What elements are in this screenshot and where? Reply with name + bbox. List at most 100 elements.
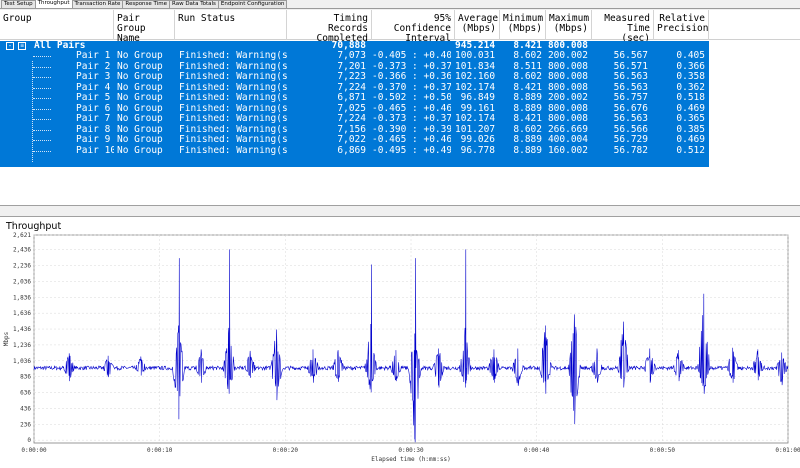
header-timing-records[interactable]: Timing Records Completed (287, 10, 372, 44)
pair-row[interactable]: Pair 2 No Group Finished: Warning(s) 7,201-… (0, 62, 709, 72)
collapse-icon[interactable]: - (6, 42, 14, 50)
x-tick-label: 0:00:00 (21, 447, 47, 454)
cell-average: 101.834 (455, 61, 495, 72)
cell-run-status: Finished: Warning(s) (179, 93, 287, 104)
tree-branch (33, 87, 51, 89)
cell-maximum: 266.669 (547, 124, 588, 135)
cell-timing-records: 7,224 (337, 82, 366, 93)
pair-row[interactable]: Pair 7 No Group Finished: Warning(s) 7,224-… (0, 114, 709, 124)
cell-maximum: 160.002 (547, 145, 588, 156)
cell-maximum: 800.008 (547, 103, 588, 114)
cell-run-status: Finished: Warning(s) (179, 51, 287, 62)
throughput-chart: Throughput 0 236 436 636 836 1,036 1,236 1,436 1… (0, 216, 800, 468)
pair-row[interactable]: Pair 5 No Group Finished: Warning(s) 6,871-… (0, 93, 709, 103)
cell-confidence-interval: -0.390 : +0.390 (372, 124, 451, 135)
results-grid[interactable]: Group Pair Group Name Run Status Timing … (0, 10, 800, 206)
header-maximum[interactable]: Maximum (Mbps) (546, 10, 592, 40)
header-relative-precision[interactable]: Relative Precision (654, 10, 709, 40)
cell-pair-name: Pair 5 (76, 93, 111, 104)
header-measured-time[interactable]: Measured Time (sec) (592, 10, 654, 44)
x-tick-label: 0:00:20 (273, 447, 299, 454)
all-pairs-row[interactable]: - ≡ All Pairs 70,888 945.214 8.421 800.0… (0, 41, 709, 51)
tab-transaction-rate[interactable]: Transaction Rate (71, 0, 124, 8)
cell-relative-precision: 0.469 (676, 103, 705, 114)
x-axis-label: Elapsed time (h:mm:ss) (371, 456, 450, 463)
cell-pair-group: No Group (117, 82, 163, 93)
cell-average: 99.161 (460, 103, 495, 114)
pair-row[interactable]: Pair 1 No Group Finished: Warning(s) 7,073-… (0, 51, 709, 61)
cell-relative-precision: 0.362 (676, 82, 705, 93)
tab-throughput[interactable]: Throughput (34, 0, 73, 8)
cell-minimum: 8.889 (513, 145, 542, 156)
cell-pair-group: No Group (117, 124, 163, 135)
cell-minimum: 8.421 (513, 114, 542, 125)
header-average[interactable]: Average (Mbps) (455, 10, 500, 40)
cell-pair-name: Pair 9 (76, 135, 111, 146)
cell-average: 102.174 (455, 82, 495, 93)
cell-pair-group: No Group (117, 103, 163, 114)
cell-timing-records: 7,073 (337, 51, 366, 62)
throughput-plot: 0 236 436 636 836 1,036 1,236 1,436 1,636 1,836 2,… (3, 232, 800, 463)
cell-average: 96.778 (460, 145, 495, 156)
y-tick-label: 2,621 (13, 232, 31, 239)
cell-timing-records: 7,201 (337, 61, 366, 72)
grid-blank-area (709, 41, 800, 167)
y-tick-label: 2,436 (13, 247, 31, 254)
tree-branch (33, 98, 51, 100)
all-pairs-maximum: 800.008 (547, 41, 588, 51)
header-pair-group-name[interactable]: Pair Group Name (114, 10, 175, 44)
cell-average: 101.207 (455, 124, 495, 135)
cell-measured-time: 56.676 (613, 103, 648, 114)
tree-branch (33, 56, 51, 58)
cell-measured-time: 56.566 (613, 124, 648, 135)
pair-row[interactable]: Pair 9 No Group Finished: Warning(s) 7,022-… (0, 135, 709, 145)
cell-relative-precision: 0.405 (676, 51, 705, 62)
cell-run-status: Finished: Warning(s) (179, 82, 287, 93)
tab-endpoint-configuration[interactable]: Endpoint Configuration (217, 0, 288, 8)
cell-average: 96.849 (460, 93, 495, 104)
all-pairs-minimum: 8.421 (513, 41, 542, 51)
cell-run-status: Finished: Warning(s) (179, 103, 287, 114)
cell-measured-time: 56.563 (613, 114, 648, 125)
y-axis-label: Mbps (3, 331, 10, 346)
cell-pair-group: No Group (117, 61, 163, 72)
tree-branch (33, 66, 51, 68)
pair-row[interactable]: Pair 8 No Group Finished: Warning(s) 7,156-… (0, 125, 709, 135)
cell-confidence-interval: -0.465 : +0.465 (372, 103, 451, 114)
y-tick-label: 1,436 (13, 326, 31, 333)
tab-test-setup[interactable]: Test Setup (1, 0, 36, 8)
pair-row[interactable]: Pair 10 No Group Finished: Warning(s) 6,869… (0, 146, 709, 156)
x-tick-label: 0:00:30 (398, 447, 424, 454)
all-pairs-label: All Pairs (34, 41, 86, 51)
tree-branch (33, 140, 51, 142)
cell-pair-name: Pair 6 (76, 103, 111, 114)
cell-relative-precision: 0.512 (676, 145, 705, 156)
cell-timing-records: 7,025 (337, 103, 366, 114)
y-tick-label: 2,036 (13, 278, 31, 285)
tree-branch (33, 77, 51, 79)
header-minimum[interactable]: Minimum (Mbps) (500, 10, 546, 40)
cell-minimum: 8.421 (513, 82, 542, 93)
cell-relative-precision: 0.358 (676, 72, 705, 83)
cell-minimum: 8.602 (513, 124, 542, 135)
tab-raw-data-totals[interactable]: Raw Data Totals (169, 0, 219, 8)
header-confidence-interval[interactable]: 95% Confidence Interval (372, 10, 455, 44)
cell-minimum: 8.602 (513, 51, 542, 62)
cell-pair-group: No Group (117, 72, 163, 83)
tree-connector (32, 61, 33, 162)
header-run-status[interactable]: Run Status (175, 10, 287, 40)
cell-average: 102.174 (455, 114, 495, 125)
grid-header: Group Pair Group Name Run Status Timing … (0, 10, 800, 44)
cell-pair-name: Pair 7 (76, 114, 111, 125)
cell-measured-time: 56.782 (613, 145, 648, 156)
pair-row[interactable]: Pair 4 No Group Finished: Warning(s) 7,224-… (0, 83, 709, 93)
y-tick-label: 1,036 (13, 358, 31, 365)
header-group[interactable]: Group (0, 10, 114, 40)
pair-row[interactable]: Pair 3 No Group Finished: Warning(s) 7,223-… (0, 72, 709, 82)
cell-minimum: 8.889 (513, 93, 542, 104)
y-tick-label: 1,636 (13, 310, 31, 317)
cell-maximum: 800.008 (547, 82, 588, 93)
cell-minimum: 8.889 (513, 135, 542, 146)
pair-row[interactable]: Pair 6 No Group Finished: Warning(s) 7,025-… (0, 104, 709, 114)
tab-response-time[interactable]: Response Time (122, 0, 170, 8)
